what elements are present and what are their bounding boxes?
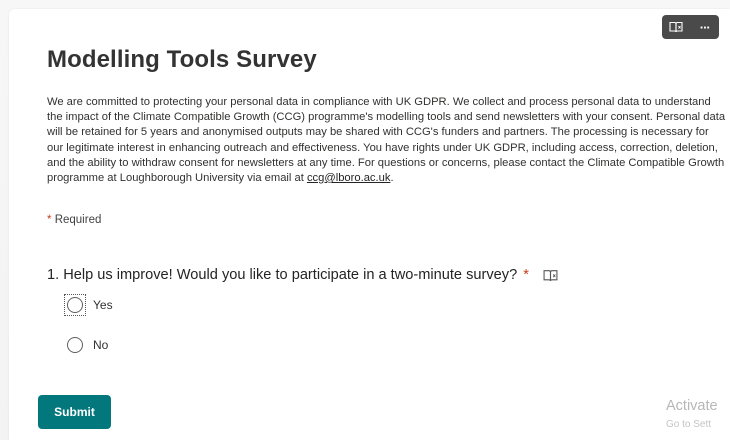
required-label: Required [54,214,102,226]
option-no[interactable]: No [67,337,108,353]
form-title: Modelling Tools Survey [47,46,317,73]
activation-watermark-subtitle: Go to Sett [666,419,712,430]
required-star: * [47,214,52,226]
form-description: We are committed to protecting your pers… [47,95,727,186]
immersive-reader-icon[interactable] [543,269,558,282]
question-required-star: * [523,267,529,283]
description-end: . [390,172,394,185]
question-text: Help us improve! Would you like to parti… [63,267,518,283]
option-yes-label: Yes [93,298,113,312]
immersive-reader-icon[interactable] [664,15,688,39]
submit-button[interactable]: Submit [38,395,111,429]
radio-focus-ring [64,294,86,316]
radio-yes[interactable] [67,297,83,313]
activation-watermark-title: Activate [666,398,718,414]
question-1: 1. Help us improve! Would you like to pa… [47,267,558,283]
more-options-icon[interactable]: ··· [693,15,717,39]
radio-no[interactable] [67,337,83,353]
option-yes[interactable]: Yes [64,294,113,316]
required-note: * Required [47,214,101,226]
form-toolbar: ··· [662,15,719,39]
question-number: 1. [47,267,60,283]
option-no-label: No [93,338,109,352]
form-card: ··· Modelling Tools Survey We are commit… [9,9,730,440]
description-text: We are committed to protecting your pers… [47,96,726,185]
contact-email-link[interactable]: ccg@lboro.ac.uk [307,172,391,184]
